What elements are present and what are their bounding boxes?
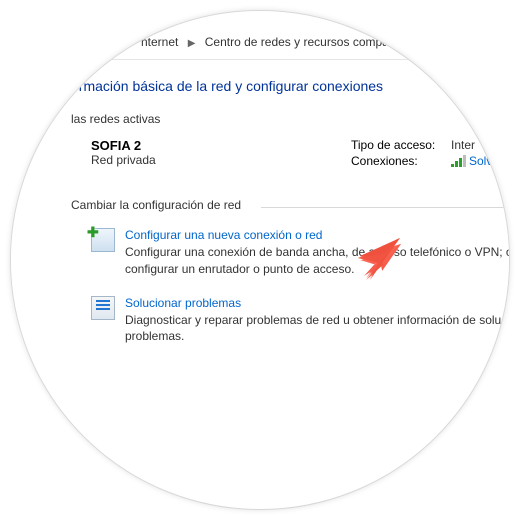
troubleshoot-desc: Diagnosticar y reparar problemas de red … bbox=[125, 312, 510, 346]
active-networks-label: las redes activas bbox=[71, 112, 510, 126]
access-type-label: Tipo de acceso: bbox=[351, 138, 451, 152]
breadcrumb[interactable]: nternet ▶ Centro de redes y recursos com… bbox=[11, 31, 510, 60]
troubleshoot-title: Solucionar problemas bbox=[125, 296, 510, 310]
breadcrumb-part-internet[interactable]: nternet bbox=[141, 35, 178, 49]
connections-label: Conexiones: bbox=[351, 154, 451, 168]
page-title: ormación básica de la red y configurar c… bbox=[71, 78, 510, 94]
setup-new-connection-option[interactable]: Configurar una nueva conexión o red Conf… bbox=[91, 228, 510, 278]
chevron-right-icon: ▶ bbox=[188, 38, 196, 49]
wifi-signal-icon bbox=[451, 155, 465, 167]
access-type-value: Inter bbox=[451, 138, 475, 152]
setup-connection-desc: Configurar una conexión de banda ancha, … bbox=[125, 244, 510, 278]
setup-connection-icon bbox=[91, 228, 115, 252]
active-network-block: SOFIA 2 Red privada Tipo de acceso: Inte… bbox=[71, 132, 510, 194]
setup-connection-title: Configurar una nueva conexión o red bbox=[125, 228, 510, 242]
breadcrumb-part-network-center[interactable]: Centro de redes y recursos compartidos bbox=[205, 35, 418, 49]
chevron-right-icon: ▶ bbox=[428, 38, 436, 49]
connection-link[interactable]: Solve bbox=[469, 154, 499, 168]
troubleshoot-option[interactable]: Solucionar problemas Diagnosticar y repa… bbox=[91, 296, 510, 346]
troubleshoot-icon bbox=[91, 296, 115, 320]
network-type: Red privada bbox=[91, 153, 351, 167]
network-name: SOFIA 2 bbox=[91, 138, 351, 153]
change-settings-label: Cambiar la configuración de red bbox=[71, 198, 510, 212]
